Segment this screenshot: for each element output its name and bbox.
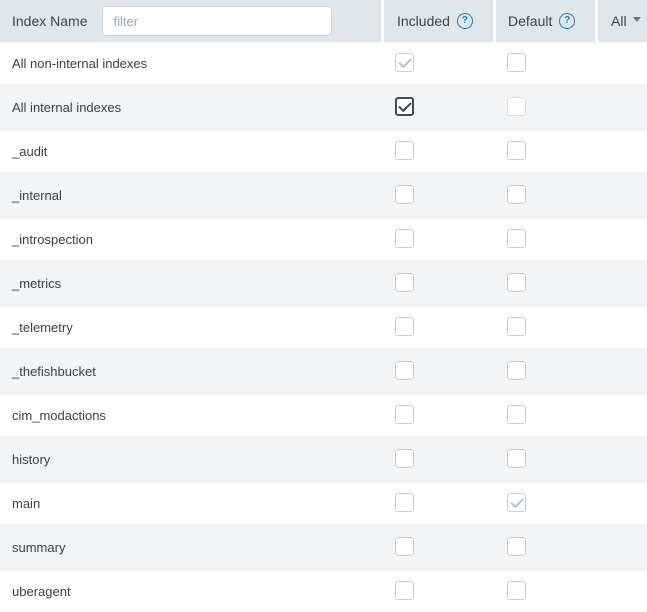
included-checkbox[interactable] bbox=[395, 580, 414, 600]
index-name-label: _audit bbox=[12, 144, 48, 159]
index-selection-table: Index Name Included ? Default ? All All … bbox=[0, 0, 647, 612]
default-cell bbox=[493, 228, 595, 251]
included-cell bbox=[384, 316, 493, 339]
included-cell bbox=[384, 360, 493, 383]
included-cell bbox=[384, 52, 493, 75]
default-checkbox[interactable] bbox=[507, 360, 526, 380]
table-row: All internal indexes bbox=[0, 86, 647, 130]
chevron-down-icon bbox=[632, 16, 641, 22]
table-row: summary bbox=[0, 526, 647, 570]
default-help-icon[interactable]: ? bbox=[559, 13, 576, 29]
included-checkbox[interactable] bbox=[395, 140, 414, 160]
included-column-header: Included bbox=[397, 13, 450, 29]
index-name-label: _introspection bbox=[12, 232, 93, 247]
table-row: _metrics bbox=[0, 262, 647, 306]
default-cell bbox=[493, 536, 595, 559]
included-header-cell: Included ? bbox=[384, 0, 493, 42]
index-name-label: All non-internal indexes bbox=[12, 56, 148, 71]
default-checkbox[interactable] bbox=[507, 228, 526, 248]
included-checkbox[interactable] bbox=[395, 492, 414, 512]
index-name-label: _internal bbox=[12, 188, 62, 203]
all-dropdown[interactable]: All bbox=[598, 0, 647, 42]
included-cell bbox=[384, 96, 493, 119]
table-row: _internal bbox=[0, 174, 647, 218]
index-name-label: _telemetry bbox=[12, 320, 73, 335]
default-cell bbox=[493, 52, 595, 75]
included-checkbox[interactable] bbox=[395, 184, 414, 204]
included-checkbox[interactable] bbox=[395, 272, 414, 292]
included-checkbox[interactable] bbox=[395, 536, 414, 556]
included-cell bbox=[384, 448, 493, 471]
default-cell bbox=[493, 580, 595, 603]
default-checkbox[interactable] bbox=[507, 404, 526, 424]
table-body: All non-internal indexes All internal in… bbox=[0, 42, 647, 612]
table-row: history bbox=[0, 438, 647, 482]
table-row: _thefishbucket bbox=[0, 350, 647, 394]
index-name-label: main bbox=[12, 496, 41, 511]
index-name-label: cim_modactions bbox=[12, 408, 106, 423]
default-checkbox[interactable] bbox=[507, 140, 526, 160]
table-header: Index Name Included ? Default ? All bbox=[0, 0, 647, 42]
default-cell bbox=[493, 96, 595, 119]
included-cell bbox=[384, 184, 493, 207]
table-row: _telemetry bbox=[0, 306, 647, 350]
included-help-icon[interactable]: ? bbox=[456, 13, 473, 29]
default-checkbox[interactable] bbox=[507, 316, 526, 336]
default-checkbox bbox=[507, 96, 526, 116]
included-cell bbox=[384, 492, 493, 515]
default-checkbox[interactable] bbox=[507, 580, 526, 600]
table-row: _introspection bbox=[0, 218, 647, 262]
index-name-label: history bbox=[12, 452, 51, 467]
table-row: cim_modactions bbox=[0, 394, 647, 438]
index-name-header-cell: Index Name bbox=[0, 0, 381, 42]
included-checkbox[interactable] bbox=[395, 360, 414, 380]
included-checkbox[interactable] bbox=[395, 228, 414, 248]
default-checkbox[interactable] bbox=[507, 272, 526, 292]
included-cell bbox=[384, 140, 493, 163]
included-cell bbox=[384, 536, 493, 559]
included-checkbox[interactable] bbox=[395, 404, 414, 424]
included-cell bbox=[384, 580, 493, 603]
default-header-cell: Default ? bbox=[496, 0, 595, 42]
table-row: All non-internal indexes bbox=[0, 42, 647, 86]
index-name-label: All internal indexes bbox=[12, 100, 122, 115]
default-cell bbox=[493, 360, 595, 383]
default-checkbox[interactable] bbox=[507, 536, 526, 556]
default-checkbox[interactable] bbox=[507, 184, 526, 204]
index-name-label: _thefishbucket bbox=[12, 364, 96, 379]
included-checkbox bbox=[395, 52, 414, 72]
table-row: _audit bbox=[0, 130, 647, 174]
included-checkbox[interactable] bbox=[395, 96, 414, 116]
included-cell bbox=[384, 228, 493, 251]
index-name-column-header: Index Name bbox=[12, 13, 88, 29]
index-name-label: _metrics bbox=[12, 276, 62, 291]
default-cell bbox=[493, 448, 595, 471]
included-cell bbox=[384, 272, 493, 295]
all-dropdown-label: All bbox=[611, 13, 627, 29]
table-row: uberagent bbox=[0, 570, 647, 612]
default-cell bbox=[493, 272, 595, 295]
included-checkbox[interactable] bbox=[395, 316, 414, 336]
default-cell bbox=[493, 140, 595, 163]
index-name-label: uberagent bbox=[12, 584, 71, 599]
default-cell bbox=[493, 316, 595, 339]
default-checkbox[interactable] bbox=[507, 52, 526, 72]
included-checkbox[interactable] bbox=[395, 448, 414, 468]
default-column-header: Default bbox=[508, 13, 553, 29]
default-cell bbox=[493, 492, 595, 515]
default-cell bbox=[493, 404, 595, 427]
index-name-label: summary bbox=[12, 540, 66, 555]
default-checkbox bbox=[507, 492, 526, 512]
filter-input[interactable] bbox=[102, 6, 333, 36]
table-row: main bbox=[0, 482, 647, 526]
included-cell bbox=[384, 404, 493, 427]
default-cell bbox=[493, 184, 595, 207]
default-checkbox[interactable] bbox=[507, 448, 526, 468]
